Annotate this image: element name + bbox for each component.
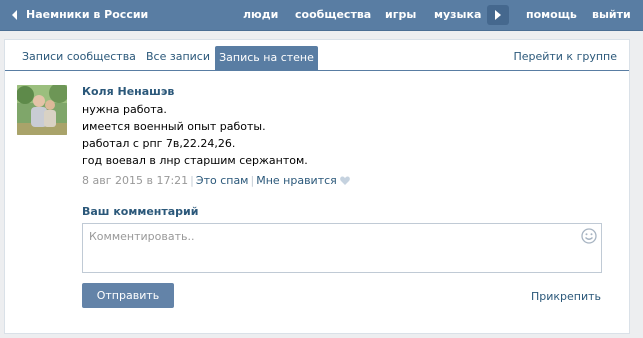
tab-community-posts[interactable]: Записи сообщества — [22, 50, 136, 63]
tab-bar: Записи сообщества Все записи Запись на с… — [5, 46, 629, 71]
post-text-line: нужна работа. — [82, 103, 167, 116]
play-icon — [495, 10, 501, 20]
smiley-icon[interactable] — [581, 228, 597, 244]
top-navigation-bar: Наемники в России люди сообщества игры м… — [0, 0, 643, 31]
attach-link[interactable]: Прикрепить — [531, 290, 601, 303]
separator: | — [250, 174, 255, 187]
send-button[interactable]: Отправить — [82, 283, 174, 308]
post-text-line: имеется военный опыт работы. — [82, 120, 266, 133]
separator: | — [190, 174, 194, 187]
post-author-link[interactable]: Коля Ненашэв — [82, 85, 174, 98]
heart-icon[interactable] — [339, 176, 350, 185]
post-date[interactable]: 8 авг 2015 в 17:21 — [82, 174, 188, 187]
back-arrow-icon[interactable] — [12, 10, 17, 20]
avatar[interactable] — [17, 85, 67, 135]
community-title-link[interactable]: Наемники в России — [26, 8, 148, 21]
post-text-line: работал с рпг 7в,22.24,26. — [82, 137, 236, 150]
go-to-group-link[interactable]: Перейти к группе — [513, 50, 617, 63]
comment-section-title: Ваш комментарий — [82, 205, 199, 218]
comment-input[interactable] — [83, 224, 575, 248]
nav-people[interactable]: люди — [243, 8, 278, 21]
nav-games[interactable]: игры — [385, 8, 416, 21]
avatar-photo — [17, 85, 67, 135]
comment-box — [82, 223, 602, 273]
wall-post-panel: Записи сообщества Все записи Запись на с… — [4, 39, 630, 334]
like-link[interactable]: Мне нравится — [256, 174, 337, 187]
post-meta: 8 авг 2015 в 17:21 | Это спам | Мне нравится — [82, 174, 350, 187]
report-spam-link[interactable]: Это спам — [196, 174, 249, 187]
post-text-line: год воевал в лнр старшим сержантом. — [82, 154, 308, 167]
nav-help[interactable]: помощь — [526, 8, 577, 21]
nav-communities[interactable]: сообщества — [295, 8, 371, 21]
nav-logout[interactable]: выйти — [592, 8, 631, 21]
nav-music[interactable]: музыка — [434, 8, 481, 21]
play-button[interactable] — [487, 5, 509, 25]
tab-all-posts[interactable]: Все записи — [146, 50, 210, 63]
tab-wall-post[interactable]: Запись на стене — [215, 46, 318, 70]
